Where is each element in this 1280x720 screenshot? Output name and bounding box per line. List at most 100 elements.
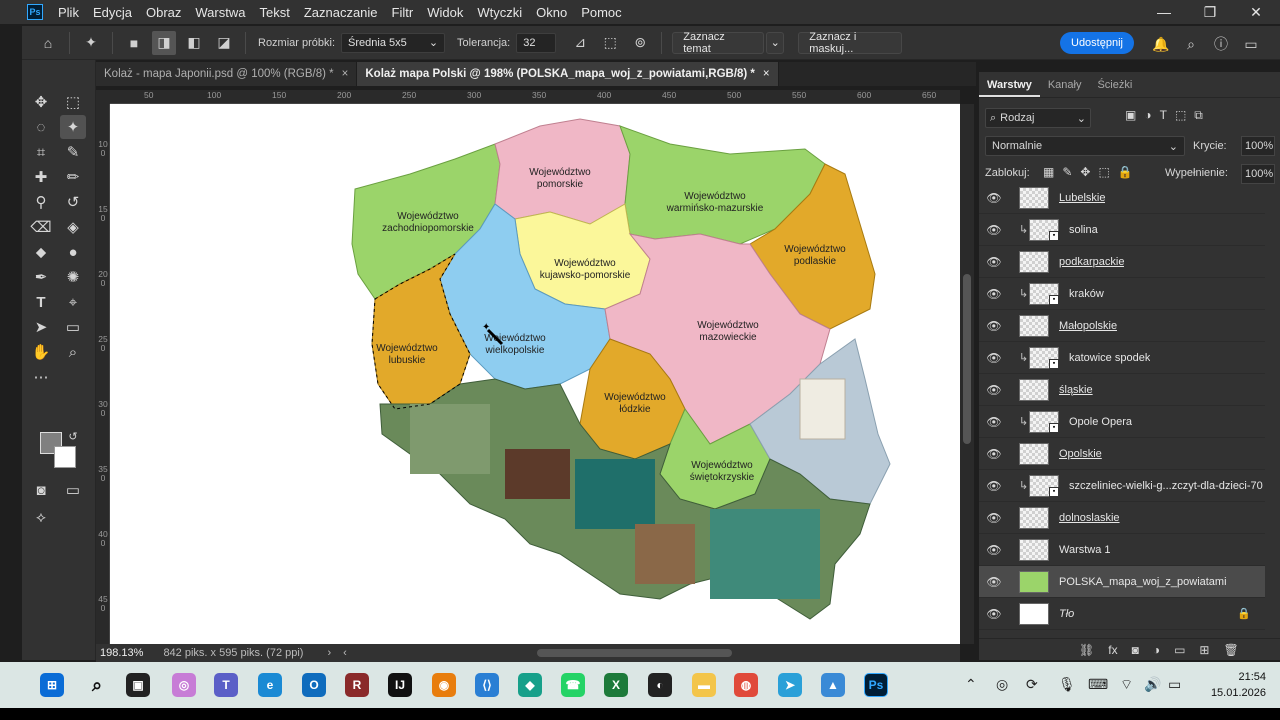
select-subject-dropdown[interactable]: ⌄ bbox=[766, 31, 785, 54]
screen-mode-icon[interactable]: ▭ bbox=[60, 478, 86, 502]
menu-widok[interactable]: Widok bbox=[420, 5, 470, 20]
layer-row[interactable]: 👁 ↳ ▪ solina bbox=[979, 214, 1265, 246]
trash-icon[interactable]: 🗑 bbox=[1223, 643, 1238, 657]
paint-bucket-icon[interactable]: ◈ bbox=[60, 215, 86, 239]
type-filter-icon[interactable]: T bbox=[1160, 108, 1167, 123]
photos-icon[interactable]: ▲ bbox=[821, 673, 845, 697]
visibility-eye-icon[interactable]: 👁 bbox=[979, 543, 1009, 557]
visibility-eye-icon[interactable]: 👁 bbox=[979, 415, 1009, 429]
layer-row[interactable]: 👁 ↳ ▪ szczeliniec-wielki-g...zczyt-dla-dzie… bbox=[979, 470, 1265, 502]
pen-tool-icon[interactable]: ✒ bbox=[28, 265, 54, 289]
restore-button[interactable]: ❐ bbox=[1187, 0, 1233, 24]
outlook-icon[interactable]: O bbox=[302, 673, 326, 697]
close-icon[interactable]: × bbox=[342, 68, 349, 80]
layer-row[interactable]: 👁 ↳ ▪ Opole Opera bbox=[979, 406, 1265, 438]
brush-tool-icon[interactable]: ✏ bbox=[60, 165, 86, 189]
quick-mask-icon[interactable]: ◙ bbox=[28, 478, 54, 502]
type-tool-icon[interactable]: T bbox=[28, 290, 54, 314]
teams-icon[interactable]: T bbox=[214, 673, 238, 697]
background-color-swatch[interactable] bbox=[54, 446, 76, 468]
visibility-eye-icon[interactable]: 👁 bbox=[979, 223, 1009, 237]
visibility-eye-icon[interactable]: 👁 bbox=[979, 287, 1009, 301]
contiguous-icon[interactable]: ⬚ bbox=[598, 31, 622, 55]
layer-row-selected[interactable]: 👁 POLSKA_mapa_woj_z_powiatami bbox=[979, 566, 1265, 598]
subtract-selection-icon[interactable]: ◧ bbox=[182, 31, 206, 55]
adjustment-layer-icon[interactable]: ◑ bbox=[1153, 643, 1160, 657]
menu-obraz[interactable]: Obraz bbox=[139, 5, 188, 20]
tolerance-input[interactable]: 32 bbox=[516, 32, 557, 53]
visibility-eye-icon[interactable]: 👁 bbox=[979, 351, 1009, 365]
history-brush-icon[interactable]: ↺ bbox=[60, 190, 86, 214]
layer-row[interactable]: 👁 śląskie bbox=[979, 374, 1265, 406]
lock-artboard-icon[interactable]: ⬚ bbox=[1098, 165, 1109, 179]
status-menu-arrow[interactable]: › bbox=[327, 647, 331, 659]
intellij-icon[interactable]: IJ bbox=[388, 673, 412, 697]
smart-object-filter-icon[interactable]: ⧉ bbox=[1194, 108, 1203, 123]
visibility-eye-icon[interactable]: 👁 bbox=[979, 319, 1009, 333]
add-selection-icon[interactable]: ◨ bbox=[152, 30, 176, 55]
eyedropper-tool-icon[interactable]: ✎ bbox=[60, 140, 86, 164]
menu-filtr[interactable]: Filtr bbox=[385, 5, 421, 20]
layer-row[interactable]: 👁 Tło 🔒 bbox=[979, 598, 1265, 630]
windows-start-icon[interactable]: ⊞ bbox=[40, 673, 64, 697]
menu-okno[interactable]: Okno bbox=[529, 5, 574, 20]
layer-row[interactable]: 👁 ↳ ▪ katowice spodek bbox=[979, 342, 1265, 374]
zoom-tool-icon[interactable]: ⌕ bbox=[60, 340, 86, 364]
add-mask-icon[interactable]: ◙ bbox=[1132, 643, 1139, 657]
marquee-tool-icon[interactable]: ⬚ bbox=[60, 90, 86, 114]
app-green-icon[interactable]: ◆ bbox=[518, 673, 542, 697]
magic-wand-icon[interactable]: ✦ bbox=[60, 115, 86, 139]
search-icon[interactable]: ⌕ bbox=[85, 673, 109, 697]
visibility-eye-icon[interactable]: 👁 bbox=[979, 511, 1009, 525]
tab-warstwy[interactable]: Warstwy bbox=[979, 73, 1040, 97]
clone-stamp-icon[interactable]: ⚲ bbox=[28, 190, 54, 214]
lock-pixels-icon[interactable]: ✎ bbox=[1062, 165, 1072, 179]
shape-filter-icon[interactable]: ⬚ bbox=[1175, 108, 1186, 123]
github-icon[interactable]: ◐ bbox=[648, 673, 672, 697]
share-button[interactable]: Udostępnij bbox=[1060, 32, 1134, 54]
layer-row[interactable]: 👁 Lubelskie bbox=[979, 182, 1265, 214]
menu-warstwa[interactable]: Warstwa bbox=[188, 5, 252, 20]
layer-row[interactable]: 👁 Opolskie bbox=[979, 438, 1265, 470]
eraser-tool-icon[interactable]: ⌫ bbox=[28, 215, 54, 239]
blend-mode-select[interactable]: Normalnie ⌄ bbox=[985, 136, 1185, 156]
volume-icon[interactable]: 🔊 bbox=[1144, 676, 1161, 693]
wifi-icon[interactable]: ⌔ bbox=[1120, 676, 1133, 694]
help-icon[interactable]: ⓘ bbox=[1209, 32, 1233, 56]
chevron-up-icon[interactable]: ⌃ bbox=[965, 676, 977, 693]
copilot-icon[interactable]: ◎ bbox=[172, 673, 196, 697]
move-tool-icon[interactable]: ✥ bbox=[28, 90, 54, 114]
search-icon[interactable]: ⌕ bbox=[1179, 32, 1203, 56]
lock-transparent-icon[interactable]: ▦ bbox=[1043, 165, 1054, 179]
layer-row[interactable]: 👁 podkarpackie bbox=[979, 246, 1265, 278]
adjustment-filter-icon[interactable]: ◑ bbox=[1144, 108, 1151, 123]
fill-input[interactable]: 100% bbox=[1241, 164, 1275, 184]
link-layers-icon[interactable]: ⛓ bbox=[1079, 643, 1094, 657]
lasso-tool-icon[interactable]: ◌ bbox=[28, 115, 54, 139]
photoshop-taskbar-icon[interactable]: Ps bbox=[864, 673, 888, 697]
tab-sciezki[interactable]: Ścieżki bbox=[1089, 79, 1140, 91]
select-and-mask-button[interactable]: Zaznacz i maskuj... bbox=[798, 31, 903, 55]
swap-colors-icon[interactable]: ↺ bbox=[66, 424, 80, 448]
document-canvas[interactable]: Województwo zachodniopomorskie Województ… bbox=[110, 104, 960, 644]
menu-zaznaczanie[interactable]: Zaznaczanie bbox=[297, 5, 385, 20]
whatsapp-icon[interactable]: ☎ bbox=[561, 673, 585, 697]
blur-tool-icon[interactable]: ⬥ bbox=[28, 240, 54, 264]
visibility-eye-icon[interactable]: 👁 bbox=[979, 383, 1009, 397]
healing-brush-icon[interactable]: ✚ bbox=[28, 165, 54, 189]
visibility-eye-icon[interactable]: 👁 bbox=[979, 191, 1009, 205]
layer-row[interactable]: 👁 dolnoslaskie bbox=[979, 502, 1265, 534]
lock-all-icon[interactable]: 🔒 bbox=[1118, 165, 1133, 179]
workspace-icon[interactable]: ▭ bbox=[1239, 32, 1263, 56]
opacity-input[interactable]: 100% bbox=[1241, 136, 1275, 156]
home-icon[interactable]: ⌂ bbox=[36, 31, 60, 55]
crop-tool-icon[interactable]: ⌗ bbox=[28, 140, 54, 164]
menu-wtyczki[interactable]: Wtyczki bbox=[470, 5, 529, 20]
new-group-icon[interactable]: ▭ bbox=[1174, 643, 1185, 657]
more-tools-icon[interactable]: ⋯ bbox=[28, 365, 54, 389]
new-layer-icon[interactable]: ⊞ bbox=[1199, 643, 1209, 657]
lock-position-icon[interactable]: ✥ bbox=[1080, 165, 1090, 179]
sample-size-select[interactable]: Średnia 5x5 ⌄ bbox=[341, 32, 446, 53]
rectangle-tool-icon[interactable]: ▭ bbox=[60, 315, 86, 339]
magic-wand-tool-icon[interactable]: ✦ bbox=[79, 31, 103, 55]
